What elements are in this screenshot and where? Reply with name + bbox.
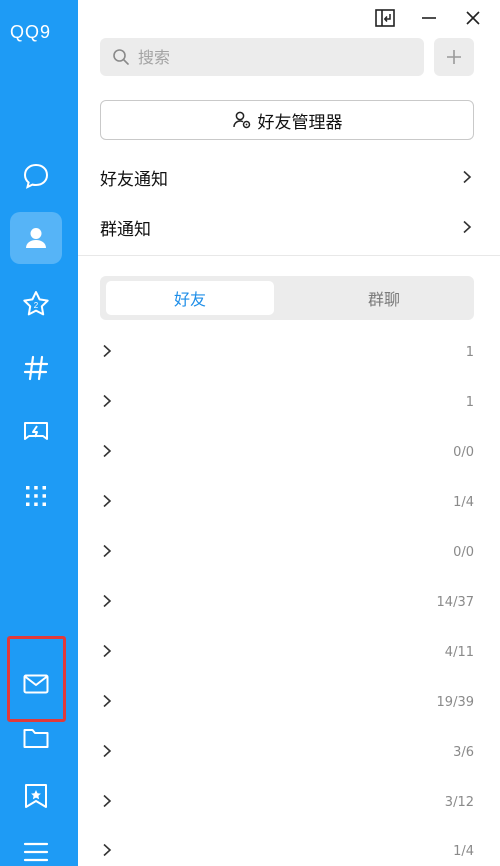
menu-icon (23, 842, 49, 862)
svg-text:2: 2 (34, 301, 39, 310)
hashtag-icon (23, 355, 49, 381)
apps-nav-button[interactable] (10, 470, 62, 522)
mail-icon (23, 674, 49, 694)
tab-groups[interactable]: 群聊 (300, 281, 468, 315)
section-divider (78, 255, 500, 256)
friend-group-count: 0/0 (453, 544, 474, 560)
friend-group-count: 0/0 (453, 444, 474, 460)
message-icon (23, 163, 49, 189)
contacts-tabs: 好友 群聊 (100, 276, 474, 320)
friend-group-row[interactable]: 14/37 (100, 587, 474, 617)
friend-notifications-row[interactable]: 好友通知 (100, 162, 474, 192)
app-logo: QQ9 (10, 22, 52, 42)
friend-group-row[interactable]: 0/0 (100, 537, 474, 567)
minimize-button[interactable] (418, 8, 440, 28)
chevron-right-icon (103, 394, 112, 407)
friend-group-count: 1 (465, 394, 474, 410)
files-nav-button[interactable] (10, 712, 62, 764)
friend-manager-label: 好友管理器 (257, 112, 343, 133)
friend-group-count: 3/6 (453, 744, 474, 760)
star-zone-nav-button[interactable]: 2 (10, 278, 62, 330)
messages-nav-button[interactable] (10, 150, 62, 202)
friend-manager-button[interactable]: 好友管理器 (100, 100, 474, 140)
search-bar[interactable] (100, 38, 424, 76)
games-nav-button[interactable] (10, 406, 62, 458)
chevron-right-icon (103, 694, 112, 707)
channels-nav-button[interactable] (10, 342, 62, 394)
chevron-right-icon (463, 170, 472, 184)
chevron-right-icon (103, 494, 112, 507)
friend-group-row[interactable]: 4/11 (100, 637, 474, 667)
friend-group-row[interactable]: 19/39 (100, 687, 474, 717)
friend-group-row[interactable]: 1/4 (100, 487, 474, 517)
friend-group-row[interactable]: 1/4 (100, 836, 474, 866)
friend-group-row[interactable]: 3/6 (100, 737, 474, 767)
chevron-right-icon (103, 544, 112, 557)
close-button[interactable] (462, 8, 484, 28)
plus-icon (447, 50, 461, 64)
friend-group-row[interactable]: 3/12 (100, 787, 474, 817)
friend-group-row[interactable]: 1 (100, 337, 474, 367)
contacts-icon (26, 228, 46, 248)
tab-friends[interactable]: 好友 (106, 281, 274, 315)
search-input[interactable] (138, 47, 398, 67)
left-sidebar: QQ9 2 (0, 0, 78, 866)
add-button[interactable] (434, 38, 474, 76)
chevron-right-icon (463, 220, 472, 234)
friend-group-count: 1 (465, 344, 474, 360)
apps-grid-icon (26, 486, 46, 506)
folder-icon (23, 729, 49, 748)
friend-manager-icon (232, 111, 250, 129)
pin-icon (375, 9, 395, 27)
close-icon (466, 11, 480, 25)
friend-group-row[interactable]: 0/0 (100, 437, 474, 467)
group-notifications-label: 群通知 (100, 219, 151, 240)
chevron-right-icon (103, 644, 112, 657)
friend-group-count: 3/12 (444, 794, 474, 810)
chevron-right-icon (103, 594, 112, 607)
friend-group-count: 14/37 (436, 594, 474, 610)
chevron-right-icon (103, 344, 112, 357)
friend-group-row[interactable]: 1 (100, 387, 474, 417)
chevron-right-icon (103, 843, 112, 856)
bookmark-icon (25, 784, 47, 808)
friend-group-count: 1/4 (453, 843, 474, 859)
favorites-nav-button[interactable] (10, 770, 62, 822)
friend-group-count: 1/4 (453, 494, 474, 510)
search-icon (113, 49, 129, 65)
chevron-right-icon (103, 794, 112, 807)
pin-window-button[interactable] (374, 8, 396, 28)
contacts-nav-button[interactable] (10, 212, 62, 264)
mail-nav-button[interactable] (10, 658, 62, 710)
friend-group-count: 4/11 (444, 644, 474, 660)
main-menu-button[interactable] (10, 826, 62, 866)
game-icon (24, 422, 48, 440)
star-zone-icon: 2 (23, 291, 49, 316)
contacts-panel: 好友管理器 好友通知 群通知 好友 群聊 1 1 0/0 (78, 0, 500, 866)
friend-notifications-label: 好友通知 (100, 169, 168, 190)
friend-group-count: 19/39 (436, 694, 474, 710)
group-notifications-row[interactable]: 群通知 (100, 212, 474, 242)
minimize-icon (422, 17, 436, 19)
chevron-right-icon (103, 444, 112, 457)
chevron-right-icon (103, 744, 112, 757)
